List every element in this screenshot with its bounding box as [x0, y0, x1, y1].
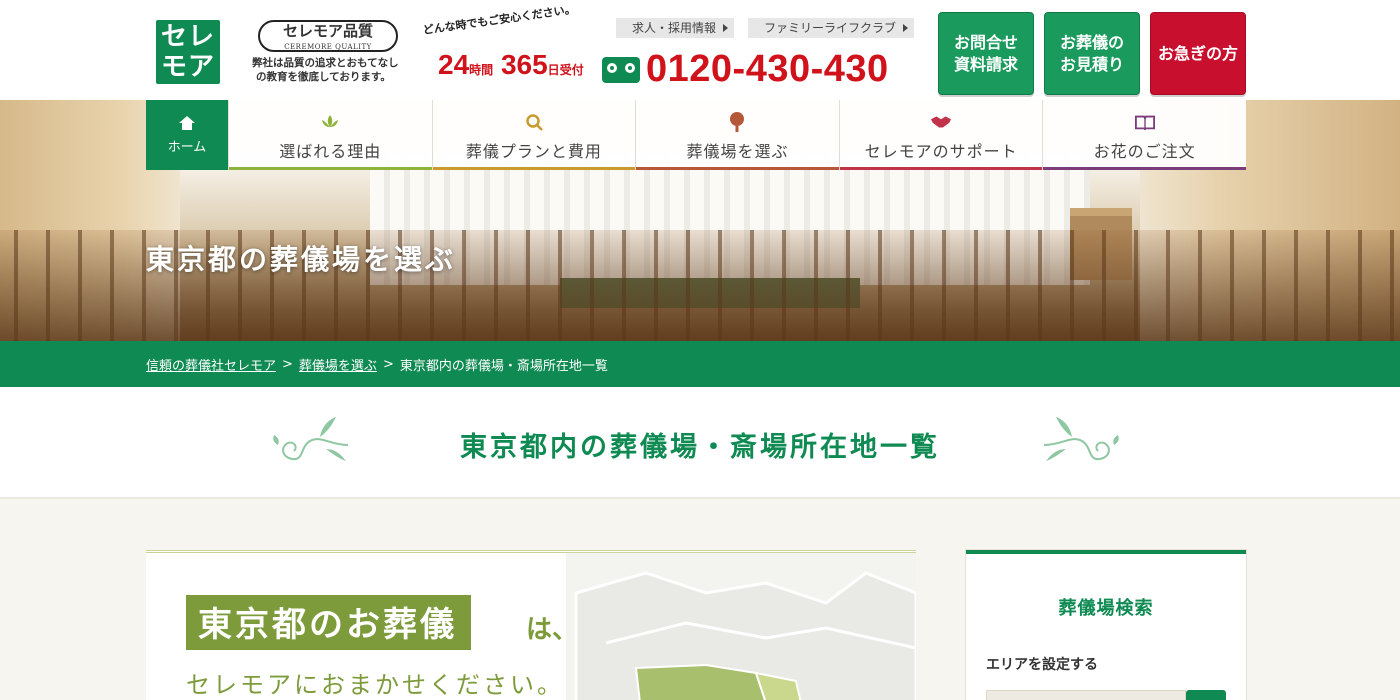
anytime-tagline: どんな時でもご安心ください。: [422, 2, 577, 38]
nav-home[interactable]: ホーム: [146, 100, 228, 170]
anytime-hours-unit: 時間: [469, 63, 494, 77]
venue-search-panel: 葬儀場検索 エリアを設定する: [966, 550, 1246, 700]
ornament-right-icon: [1043, 417, 1119, 461]
quality-description: 弊社は品質の追求とおもてなし の教育を徹底しております。: [252, 56, 412, 84]
quality-text-line-1: 弊社は品質の追求とおもてなし: [252, 57, 399, 69]
family-club-link[interactable]: ファミリーライフクラブ: [748, 18, 915, 38]
lotus-icon: [320, 114, 340, 130]
recruit-link[interactable]: 求人・採用情報: [616, 18, 735, 38]
breadcrumb-separator: >: [382, 356, 394, 372]
handshake-icon: [931, 114, 952, 130]
inquiry-label-1: お問合せ: [953, 32, 1018, 52]
nav-item-flowers[interactable]: お花のご注文: [1042, 100, 1246, 170]
logo-text-bottom: モア: [160, 52, 215, 82]
nav-item-label: セレモアのサポート: [864, 142, 1018, 161]
logo-text-top: セレ: [160, 22, 215, 52]
tokyo-map: [566, 553, 916, 700]
phone-number: 0120-430-430: [646, 48, 889, 90]
quality-badge: セレモア品質 CEREMORE QUALITY: [258, 20, 398, 52]
tokyo-funeral-label: 東京都のお葬儀: [186, 595, 471, 650]
hero-title: 東京都の葬儀場を選ぶ: [146, 243, 457, 276]
anytime-block: どんな時でもご安心ください。 24時間 365日受付: [422, 3, 584, 85]
quality-text-line-2: の教育を徹底しております。: [256, 71, 391, 83]
inquiry-button[interactable]: お問合せ 資料請求: [938, 12, 1034, 95]
breadcrumb-separator: >: [282, 356, 293, 372]
anytime-24: 24: [438, 49, 470, 80]
quality-title: セレモア品質: [282, 22, 373, 40]
area-search-button[interactable]: [1186, 690, 1226, 700]
breadcrumb-home[interactable]: 信頼の葬儀社セレモア: [146, 355, 276, 374]
quality-subtitle: CEREMORE QUALITY: [284, 43, 372, 51]
search-coin-icon: [524, 114, 544, 131]
header-links: 求人・採用情報 ファミリーライフクラブ: [616, 18, 915, 38]
nav-item-label: 葬儀場を選ぶ: [686, 142, 789, 161]
nav-home-label: ホーム: [167, 139, 207, 155]
urgent-label: お急ぎの方: [1157, 43, 1238, 63]
tokyo-tagline: セレモアにおまかせください。: [186, 671, 564, 699]
page-heading-band: 東京都内の葬儀場・斎場所在地一覧: [0, 387, 1400, 499]
estimate-button[interactable]: お葬儀の お見積り: [1044, 12, 1140, 95]
ceremore-logo[interactable]: セレ モア: [156, 20, 220, 84]
nav-item-plans[interactable]: 葬儀プランと費用: [431, 100, 636, 170]
page-title: 東京都内の葬儀場・斎場所在地一覧: [460, 432, 940, 463]
anytime-days-unit: 日: [547, 63, 560, 77]
quality-block: セレモア品質 CEREMORE QUALITY 弊社は品質の追求とおもてなし の…: [252, 20, 412, 84]
tree-icon: [727, 112, 747, 132]
breadcrumb-parent[interactable]: 葬儀場を選ぶ: [299, 355, 377, 374]
anytime-hours: 24時間 365日受付: [438, 50, 584, 85]
nav-item-support[interactable]: セレモアのサポート: [838, 100, 1043, 170]
nav-item-label: 選ばれる理由: [279, 142, 382, 161]
freedial-icon: [602, 56, 640, 83]
nav-item-label: お花のご注文: [1093, 142, 1196, 161]
nav-item-venues[interactable]: 葬儀場を選ぶ: [635, 100, 839, 170]
home-icon: [179, 115, 195, 130]
estimate-label-2: お見積り: [1059, 54, 1124, 74]
inquiry-label-2: 資料請求: [953, 54, 1018, 74]
area-label: エリアを設定する: [986, 657, 1098, 673]
anytime-365: 365: [500, 49, 548, 80]
nav-item-label: 葬儀プランと費用: [465, 142, 602, 161]
nav-item-reasons[interactable]: 選ばれる理由: [228, 100, 432, 170]
tokyo-intro-card: 東京都のお葬儀 は、 セレモアにおまかせください。: [146, 550, 916, 700]
urgent-button[interactable]: お急ぎの方: [1150, 12, 1246, 95]
phone-block[interactable]: 0120-430-430: [602, 48, 889, 91]
breadcrumb-current: 東京都内の葬儀場・斎場所在地一覧: [399, 358, 608, 374]
area-select[interactable]: [986, 690, 1186, 700]
estimate-label-1: お葬儀の: [1059, 32, 1124, 52]
venue-search-title: 葬儀場検索: [1058, 598, 1154, 619]
site-header: セレ モア セレモア品質 CEREMORE QUALITY 弊社は品質の追求とお…: [0, 0, 1400, 100]
main-nav: ホーム 選ばれる理由 葬儀プランと費用 葬儀場を選ぶ セレモアのサポート お花の…: [146, 100, 1246, 170]
tokyo-particle: は、: [526, 615, 579, 645]
anytime-accept: 受付: [559, 63, 584, 77]
breadcrumb: 信頼の葬儀社セレモア > 葬儀場を選ぶ > 東京都内の葬儀場・斎場所在地一覧: [0, 341, 1400, 387]
book-icon: [1134, 114, 1155, 130]
